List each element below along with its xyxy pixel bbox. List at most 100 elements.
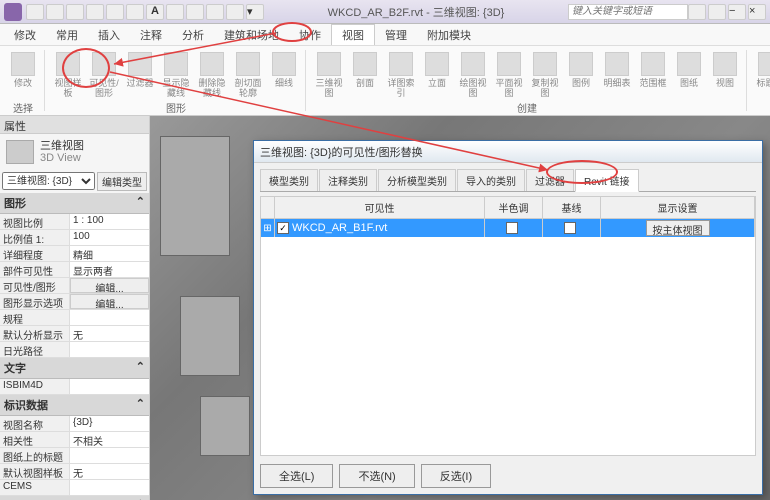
ribbon-thin-lines[interactable]: 细线 [267, 50, 301, 98]
halftone-checkbox[interactable] [506, 222, 518, 234]
ribbon-cut-profile[interactable]: 剖切面轮廓 [231, 50, 265, 98]
qat-btn10-icon[interactable] [206, 4, 224, 20]
menu-site[interactable]: 建筑和场地 [214, 25, 289, 45]
qat-btn6-icon[interactable] [126, 4, 144, 20]
props-row-value[interactable]: 100 [70, 230, 149, 245]
ribbon-scope[interactable]: 范围框 [636, 50, 670, 98]
qat-save-icon[interactable] [46, 4, 64, 20]
props-row-value[interactable]: 无 [70, 464, 149, 479]
props-row-value[interactable] [70, 310, 149, 325]
props-category[interactable]: 图形⌃ [0, 193, 149, 214]
props-row-value[interactable]: 显示两者 [70, 262, 149, 277]
qat-undo-icon[interactable] [66, 4, 84, 20]
menu-addins[interactable]: 附加模块 [417, 25, 481, 45]
ribbon-plan[interactable]: 平面视图 [492, 50, 526, 98]
ribbon-schedule[interactable]: 明细表 [600, 50, 634, 98]
props-row-value[interactable] [70, 342, 149, 357]
tab-model[interactable]: 模型类别 [260, 169, 318, 191]
props-row-value[interactable]: {3D} [70, 416, 149, 431]
menu-view[interactable]: 视图 [331, 24, 375, 45]
props-row-label: 部件可见性 [0, 262, 70, 277]
props-category[interactable]: 标识数据⌃ [0, 395, 149, 416]
ribbon-section[interactable]: 剖面 [348, 50, 382, 98]
qat-dropdown-icon[interactable]: ▾ [246, 4, 264, 20]
plan-icon [497, 52, 521, 76]
qat-open-icon[interactable] [26, 4, 44, 20]
menu-manage[interactable]: 管理 [375, 25, 417, 45]
scope-icon [641, 52, 665, 76]
close-icon[interactable]: × [748, 4, 766, 20]
tab-imported[interactable]: 导入的类别 [457, 169, 525, 191]
props-row-value[interactable]: 编辑... [70, 278, 149, 293]
tab-annotation[interactable]: 注释类别 [319, 169, 377, 191]
props-row-value[interactable]: 编辑... [70, 294, 149, 309]
select-all-button[interactable]: 全选(L) [260, 464, 333, 488]
props-row: 视图比例1 : 100 [0, 214, 149, 230]
qat-redo-icon[interactable] [86, 4, 104, 20]
3dview-type-icon [6, 140, 34, 164]
ribbon-dup[interactable]: 复制视图 [528, 50, 562, 98]
qat-print-icon[interactable] [106, 4, 124, 20]
ribbon-title[interactable]: 标题栏 [753, 50, 770, 98]
ribbon-modify[interactable]: 修改 [6, 50, 40, 98]
search-input[interactable] [568, 4, 688, 20]
props-row-label: 相关性 [0, 432, 70, 447]
ribbon-drafting[interactable]: 绘图视图 [456, 50, 490, 98]
min-icon[interactable]: − [728, 4, 746, 20]
qat-btn11-icon[interactable] [226, 4, 244, 20]
props-category[interactable]: 文字⌃ [0, 358, 149, 379]
props-row: 日光路径 [0, 342, 149, 358]
menu-modify[interactable]: 修改 [4, 25, 46, 45]
props-row-value[interactable]: 1 : 100 [70, 214, 149, 229]
ribbon-view-template[interactable]: 视图样板 [51, 50, 85, 98]
ribbon-remove-hidden[interactable]: 删除隐藏线 [195, 50, 229, 98]
edit-type-button[interactable]: 编辑类型 [97, 172, 147, 191]
props-row-value[interactable] [70, 379, 149, 394]
props-category[interactable]: 范围⌃ [0, 496, 149, 500]
app-icon[interactable] [4, 3, 22, 21]
drafting-icon [461, 52, 485, 76]
ribbon-view[interactable]: 视图 [708, 50, 742, 98]
row-expand-icon[interactable]: ⊞ [261, 219, 275, 237]
menu-collab[interactable]: 协作 [289, 25, 331, 45]
help-icon[interactable] [688, 4, 706, 20]
display-settings-button[interactable]: 按主体视图 [646, 220, 710, 236]
invert-button[interactable]: 反选(I) [421, 464, 491, 488]
ribbon-group-sheet: 标题栏 修订 拼接线 视图参照 图纸组合 [749, 50, 770, 111]
ribbon-elev[interactable]: 立面 [420, 50, 454, 98]
qat-btn8-icon[interactable] [166, 4, 184, 20]
tab-revit-links[interactable]: Revit 链接 [575, 169, 639, 192]
select-none-button[interactable]: 不选(N) [339, 464, 414, 488]
ribbon-sheet[interactable]: 图纸 [672, 50, 706, 98]
props-row-value[interactable]: 无 [70, 326, 149, 341]
ribbon-show-hidden[interactable]: 显示隐藏线 [159, 50, 193, 98]
tab-analytical[interactable]: 分析模型类别 [378, 169, 456, 191]
ribbon-3dview[interactable]: 三维视图 [312, 50, 346, 98]
qat-btn9-icon[interactable] [186, 4, 204, 20]
sheet-icon [677, 52, 701, 76]
filter-icon [128, 52, 152, 76]
section-icon [353, 52, 377, 76]
ribbon-callout[interactable]: 详图索引 [384, 50, 418, 98]
ribbon-legend[interactable]: 图例 [564, 50, 598, 98]
menu-home[interactable]: 常用 [46, 25, 88, 45]
props-row-value[interactable]: 不相关 [70, 432, 149, 447]
props-row-value[interactable] [70, 480, 149, 495]
ribbon-visibility[interactable]: 可见性/图形 [87, 50, 121, 98]
properties-type[interactable]: 三维视图 3D View [0, 134, 149, 170]
visibility-icon [92, 52, 116, 76]
underlay-checkbox[interactable] [564, 222, 576, 234]
menu-analyze[interactable]: 分析 [172, 25, 214, 45]
tab-filters[interactable]: 过滤器 [526, 169, 574, 191]
props-row-value[interactable] [70, 448, 149, 463]
menu-insert[interactable]: 插入 [88, 25, 130, 45]
user-icon[interactable] [708, 4, 726, 20]
ribbon-filters[interactable]: 过滤器 [123, 50, 157, 98]
table-row[interactable]: ⊞ ✓ WKCD_AR_B1F.rvt 按主体视图 [261, 219, 755, 237]
props-row: 规程 [0, 310, 149, 326]
properties-instance-select[interactable]: 三维视图: {3D} [2, 172, 95, 190]
qat-text-icon[interactable]: A [146, 4, 164, 20]
props-row-value[interactable]: 精细 [70, 246, 149, 261]
menu-annotate[interactable]: 注释 [130, 25, 172, 45]
row-checkbox[interactable]: ✓ [277, 222, 289, 234]
